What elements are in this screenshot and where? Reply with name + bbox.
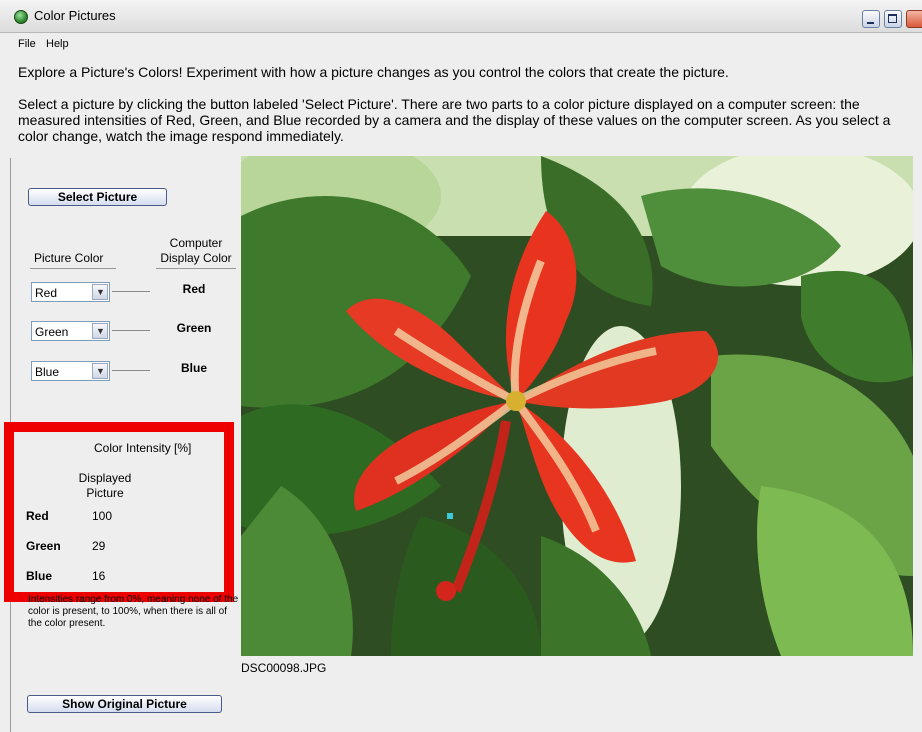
intensity-value-blue: 16 [92, 569, 106, 583]
flower-photo [241, 156, 913, 656]
connector-line [112, 291, 150, 292]
image-filename: DSC00098.JPG [241, 661, 327, 675]
app-window: Color Pictures File Help Explore a Pictu… [0, 0, 922, 732]
intensity-label-green: Green [26, 539, 61, 553]
intensity-value-red: 100 [92, 509, 113, 523]
chevron-down-icon[interactable]: ▼ [92, 363, 108, 379]
intensity-label-blue: Blue [26, 569, 53, 583]
picture-color-select-blue[interactable]: Blue ▼ [31, 361, 110, 381]
divider [30, 268, 116, 269]
select-value: Blue [35, 365, 60, 379]
maximize-button[interactable] [884, 10, 902, 28]
display-color-label-blue: Blue [180, 361, 207, 375]
minimize-button[interactable] [862, 10, 880, 28]
intensity-label-red: Red [26, 509, 49, 523]
range-note: Intensities range from 0%, meaning none … [28, 594, 239, 629]
chevron-down-icon[interactable]: ▼ [92, 284, 108, 300]
picture-color-select-green[interactable]: Green ▼ [31, 321, 110, 341]
chevron-down-icon[interactable]: ▼ [92, 323, 108, 339]
menu-bar: File Help [0, 34, 922, 54]
window-title: Color Pictures [34, 8, 116, 23]
divider [156, 268, 236, 269]
display-color-header: Computer Display Color [160, 236, 232, 265]
displayed-picture-header: Displayed Picture [78, 471, 132, 500]
app-globe-icon [14, 10, 28, 24]
picture-color-header: Picture Color [34, 251, 104, 265]
intro-text: Explore a Picture's Colors! Experiment w… [18, 64, 729, 80]
select-value: Green [35, 325, 69, 339]
connector-line [112, 330, 150, 331]
select-picture-button[interactable]: Select Picture [28, 188, 167, 206]
intensity-title: Color Intensity [%] [94, 441, 192, 455]
display-color-label-red: Red [182, 282, 206, 296]
picture-color-select-red[interactable]: Red ▼ [31, 282, 110, 302]
intensity-value-green: 29 [92, 539, 106, 553]
select-value: Red [35, 286, 58, 300]
display-color-label-green: Green [176, 321, 212, 335]
show-original-picture-button[interactable]: Show Original Picture [27, 695, 222, 713]
instructions-text: Select a picture by clicking the button … [18, 96, 891, 144]
title-bar[interactable]: Color Pictures [0, 0, 922, 33]
connector-line [112, 370, 150, 371]
close-button[interactable] [906, 10, 922, 28]
menu-help[interactable]: Help [46, 38, 69, 50]
menu-file[interactable]: File [18, 38, 36, 50]
